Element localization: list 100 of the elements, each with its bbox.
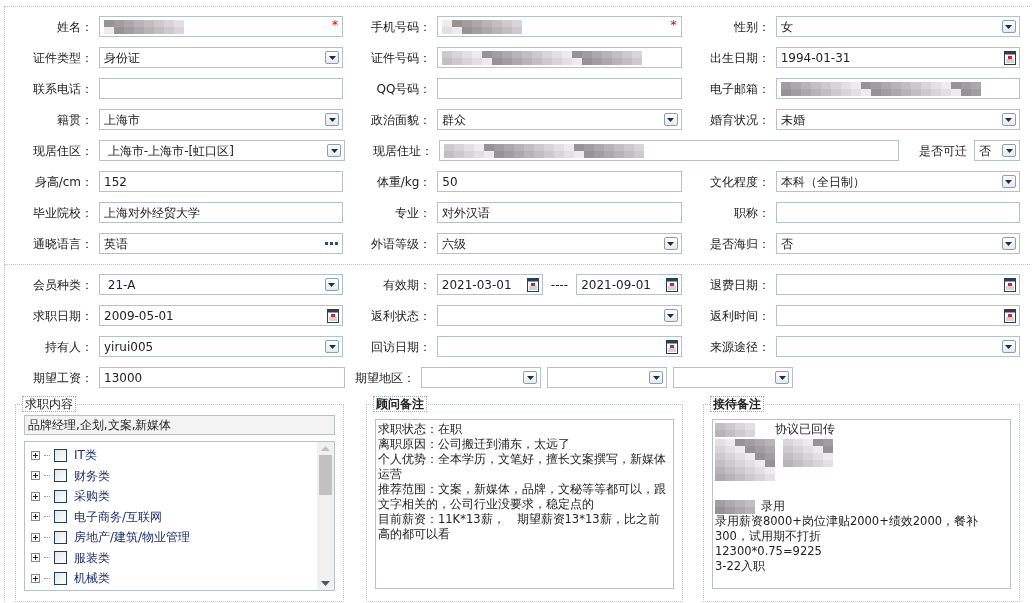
dropdown-field[interactable]: 上海市 [99,109,344,130]
dropdown-field[interactable]: 上海市-上海市-[虹口区] [99,140,345,161]
scroll-thumb[interactable] [318,455,332,495]
scrollbar[interactable] [316,442,334,590]
more-icon[interactable] [325,241,340,246]
note-line: 目前薪资：11K*13薪， 期望薪资13*13薪，比之前高的都可以看 [377,512,661,542]
dropdown-field[interactable]: 女 [775,16,1020,37]
tree-item[interactable]: 机械类 [74,569,110,588]
text-field[interactable] [439,140,899,161]
field-label: 外语等级： [370,235,433,253]
expand-icon[interactable] [31,491,40,501]
dropdown-field[interactable]: 未婚 [775,109,1020,130]
checkbox[interactable] [54,571,67,585]
field-label: 电子邮箱： [708,80,771,98]
text-field[interactable]: * [99,16,344,37]
date-field[interactable]: 1994-01-31 [775,47,1020,68]
date-field[interactable] [775,305,1020,326]
field-value: 2009-05-01 [104,307,175,325]
dropdown-field[interactable]: 六级 [437,233,682,254]
field-label: 通晓语言： [32,235,94,253]
date-field[interactable] [776,274,1020,295]
blurred-text [715,499,755,514]
dropdown-field[interactable]: 21-A [99,274,343,295]
calendar-icon[interactable] [526,277,539,292]
field-value: yirui005 [104,338,155,356]
dropdown-field[interactable]: 本科（全日制） [775,171,1020,192]
field-value: 13000 [104,369,144,387]
date-field[interactable]: 2021-03-01 [436,274,543,295]
dropdown-field[interactable] [673,367,793,388]
note-line: 求职状态：在职 [377,422,463,437]
field-label: 持有人： [44,338,94,356]
dropdown-field[interactable]: yirui005 [99,336,344,357]
calendar-icon[interactable] [1004,308,1016,323]
text-field[interactable]: 上海对外经贸大学 [99,202,344,223]
dropdown-field[interactable]: 否 [974,140,1020,161]
dropdown-field[interactable]: 身份证 [99,47,344,68]
dropdown-field[interactable] [437,305,682,326]
note-textarea[interactable]: 求职状态：在职 离职原因：公司搬迁到浦东，太远了 个人优势：全本学历，文笔好，擅长文案撰写，新媒体运营 推荐范围：文案，新媒体，品牌，文秘等等都可以，跟文字相关的，公司行业没要求，稳定点的 目前薪资：11K*13薪， 期望薪资13*13薪，比之前高的都可以看 [374,419,674,589]
field-label: 专业： [394,204,433,222]
dropdown-field[interactable] [775,336,1020,357]
dropdown-field[interactable]: 否 [775,233,1020,254]
checkbox[interactable] [54,530,67,544]
text-field[interactable]: 152 [99,171,344,192]
dropdown-field[interactable] [421,367,541,388]
field-label: 期望工资： [32,369,94,387]
calendar-icon[interactable] [327,308,340,323]
tree-item[interactable]: 房地产/建筑/物业管理 [74,528,191,547]
text-field[interactable] [775,202,1020,223]
tree-item[interactable]: 服装类 [74,548,110,567]
panel-title: 接待备注 [710,396,764,412]
field-value: 本科（全日制） [780,173,866,191]
text-field[interactable]: 50 [437,171,682,192]
field-label: 现居住区： [32,142,94,160]
required-mark: * [670,16,677,34]
date-field[interactable] [437,336,682,357]
checkbox[interactable] [54,510,67,524]
field-label: 职称： [732,204,771,222]
calendar-icon[interactable] [665,339,678,354]
expand-icon[interactable] [31,471,40,481]
lookup-field[interactable]: 英语 [99,233,344,254]
date-field[interactable]: 2009-05-01 [99,305,344,326]
field-value: 英语 [104,235,129,253]
checkbox[interactable] [54,551,67,565]
expand-icon[interactable] [31,512,40,522]
calendar-icon[interactable] [1004,50,1016,65]
blurred-text [783,439,833,467]
note-line: 协议已回传 [775,422,835,437]
expand-icon[interactable] [31,573,40,583]
text-field[interactable] [437,78,682,99]
field-label: 政治面貌： [370,111,433,129]
text-field[interactable] [437,47,682,68]
text-field[interactable] [99,78,344,99]
field-label: 求职日期： [32,307,94,325]
tree-item[interactable]: IT类 [74,446,97,465]
checkbox[interactable] [54,448,67,462]
checkbox[interactable] [54,469,67,483]
date-field[interactable]: 2021-09-01 [576,274,683,295]
field-value: 上海对外经贸大学 [104,204,201,222]
field-label: 会员种类： [32,276,94,294]
expand-icon[interactable] [31,553,40,563]
text-field[interactable]: 13000 [99,367,345,388]
field-label: 姓名： [56,18,94,36]
expand-icon[interactable] [31,450,40,460]
field-label: 返利状态： [370,307,433,325]
field-label: QQ号码： [375,80,433,98]
tree-item[interactable]: 采购类 [74,487,110,506]
text-field[interactable]: 对外汉语 [437,202,682,223]
scroll-down-icon[interactable] [320,581,330,586]
checkbox[interactable] [54,489,67,503]
tree-item[interactable]: 电子商务/互联网 [74,507,163,526]
calendar-icon[interactable] [1004,277,1016,292]
text-field[interactable]: * [437,16,682,37]
calendar-icon[interactable] [666,277,679,292]
dropdown-field[interactable] [547,367,667,388]
dropdown-field[interactable]: 群众 [437,109,682,130]
field-value: 2021-03-01 [441,276,513,294]
text-field[interactable] [775,78,1020,99]
expand-icon[interactable] [31,532,40,542]
tree-item[interactable]: 财务类 [74,466,110,485]
note-textarea[interactable]: 协议已回传 录用 录用薪资8000+岗位津贴2000+绩效2000，餐补300，试用期不打折 12300*0.75=9225 3-22入职 [712,419,1011,589]
